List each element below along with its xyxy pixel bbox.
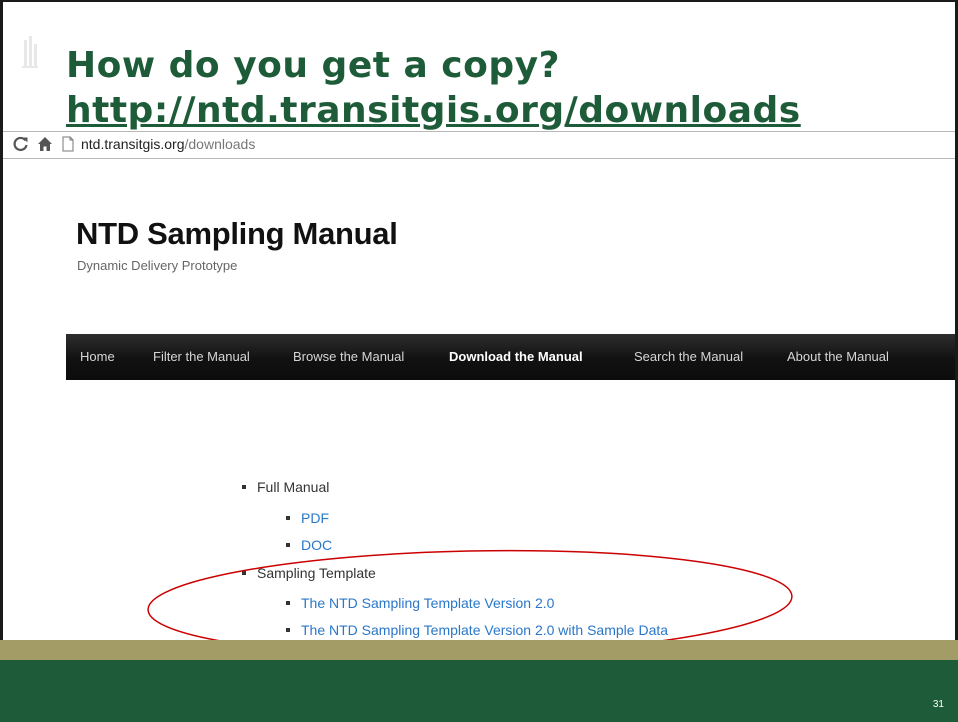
site-tagline: Dynamic Delivery Prototype <box>77 258 238 273</box>
bullet-icon <box>242 485 246 490</box>
site-title: NTD Sampling Manual <box>76 216 398 251</box>
nav-item-search[interactable]: Search the Manual <box>634 349 743 364</box>
nav-item-filter[interactable]: Filter the Manual <box>153 349 250 364</box>
slide-footer <box>0 660 958 722</box>
footer-accent-band <box>0 640 958 660</box>
nav-item-home[interactable]: Home <box>80 349 115 364</box>
page-number: 31 <box>932 699 944 710</box>
nav-item-download[interactable]: Download the Manual <box>449 349 583 364</box>
list-item-full-manual: Full Manual <box>242 479 329 495</box>
home-icon[interactable] <box>37 136 53 152</box>
page-icon <box>62 136 74 152</box>
slide-title: How do you get a copy? <box>66 45 560 86</box>
slide-border <box>0 0 3 660</box>
list-item-label: Full Manual <box>257 479 330 495</box>
cutr-logo: CUTR <box>22 36 62 70</box>
link-pdf[interactable]: PDF <box>286 510 329 526</box>
logo-text: CUTR <box>40 61 62 70</box>
reload-icon[interactable] <box>13 136 29 152</box>
slide-url-link[interactable]: http://ntd.transitgis.org/downloads <box>66 90 801 132</box>
bullet-icon <box>286 516 290 521</box>
browser-address-bar: ntd.transitgis.org/downloads <box>3 131 955 159</box>
address-path: /downloads <box>184 136 256 152</box>
address-url[interactable]: ntd.transitgis.org/downloads <box>81 136 255 152</box>
link-label[interactable]: PDF <box>301 510 329 526</box>
main-navbar: Home Filter the Manual Browse the Manual… <box>66 334 955 380</box>
slide-border <box>0 0 958 2</box>
address-host: ntd.transitgis.org <box>81 136 185 152</box>
nav-item-about[interactable]: About the Manual <box>787 349 889 364</box>
nav-item-browse[interactable]: Browse the Manual <box>293 349 404 364</box>
